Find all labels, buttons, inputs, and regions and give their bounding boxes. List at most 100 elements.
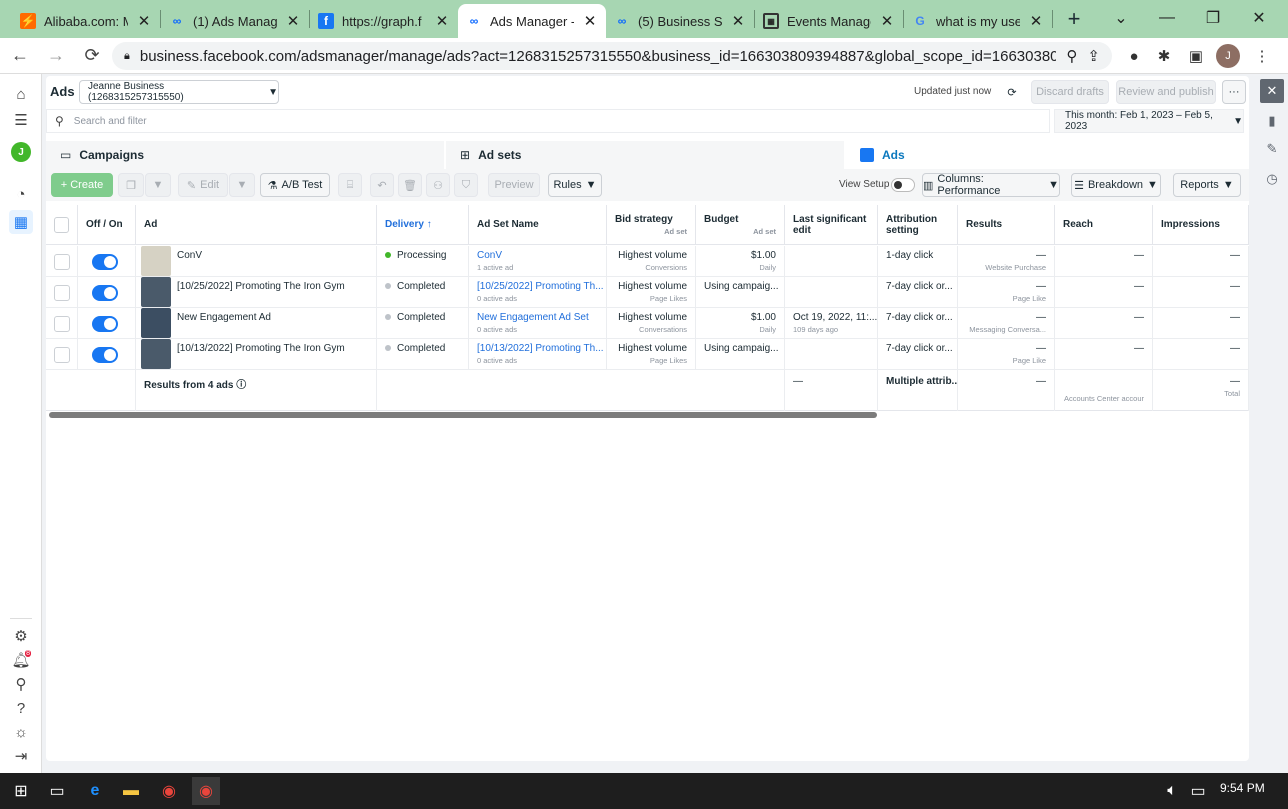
tab-ads[interactable]: Ads <box>846 141 1236 169</box>
edit-pencil-icon[interactable]: ✎ <box>1260 137 1284 161</box>
create-button[interactable]: + Create <box>51 173 113 197</box>
cookie-extension-icon[interactable]: ● <box>1122 44 1146 68</box>
browser-menu-icon[interactable]: ⋮ <box>1250 44 1274 68</box>
history-icon[interactable]: ◷ <box>1260 167 1284 191</box>
row-checkbox[interactable] <box>54 254 70 270</box>
discard-drafts-button[interactable]: Discard drafts <box>1031 80 1109 104</box>
ads-manager-icon[interactable]: ▦ <box>9 210 33 234</box>
close-tab-icon[interactable]: ✕ <box>136 12 152 30</box>
duplicate-dropdown-icon[interactable]: ▼ <box>145 173 171 197</box>
header-delivery[interactable]: Delivery ↑ <box>377 205 469 245</box>
ad-on-off-toggle[interactable] <box>92 316 118 332</box>
help-icon[interactable]: ? <box>9 696 33 720</box>
horizontal-scrollbar[interactable] <box>49 412 877 418</box>
close-panel-icon[interactable]: ✕ <box>1260 79 1284 103</box>
network-icon[interactable]: ▭ <box>1184 777 1212 805</box>
table-row[interactable]: ConV Processing ConV 1 active ad Highest vol… <box>46 246 1249 277</box>
review-publish-button[interactable]: Review and publish <box>1116 80 1216 104</box>
browser-tab[interactable]: ▦ Events Manage ✕ <box>755 4 903 38</box>
header-ad-set-name[interactable]: Ad Set Name <box>469 205 607 245</box>
extensions-puzzle-icon[interactable]: ✱ <box>1152 44 1176 68</box>
close-tab-icon[interactable]: ✕ <box>879 12 895 30</box>
side-panel-icon[interactable]: ▣ <box>1184 44 1208 68</box>
archive-icon[interactable]: ⌸ <box>338 173 362 197</box>
breakdown-button[interactable]: ☰ Breakdown ▼ <box>1071 173 1161 197</box>
ad-set-cell[interactable]: ConV 1 active ad <box>469 246 607 277</box>
home-icon[interactable]: ⌂ <box>9 82 33 106</box>
preview-button[interactable]: Preview <box>488 173 540 197</box>
browser-tab[interactable]: ∞ (5) Business Se ✕ <box>606 4 754 38</box>
minimize-button[interactable]: — <box>1144 0 1190 36</box>
close-tab-icon[interactable]: ✕ <box>582 12 598 30</box>
more-options-button[interactable]: ··· <box>1222 80 1246 104</box>
profile-avatar[interactable]: J <box>1216 44 1240 68</box>
browser-tab[interactable]: ⚡ Alibaba.com: M ✕ <box>12 4 160 38</box>
header-ad[interactable]: Ad <box>136 205 377 245</box>
ad-name-cell[interactable]: [10/25/2022] Promoting The Iron Gym <box>136 277 377 308</box>
account-avatar[interactable]: J <box>11 142 31 162</box>
chrome-icon[interactable]: ◉ <box>155 777 183 805</box>
bug-report-icon[interactable]: ☼ <box>9 720 33 744</box>
row-checkbox[interactable] <box>54 347 70 363</box>
search-icon[interactable]: ⚲ <box>9 672 33 696</box>
back-button[interactable]: ← <box>4 40 36 72</box>
tab-campaigns[interactable]: ▭ Campaigns <box>46 141 446 169</box>
table-row[interactable]: [10/25/2022] Promoting The Iron Gym Compl… <box>46 277 1249 308</box>
zoom-icon[interactable]: ⚲ <box>1066 47 1077 65</box>
collapse-panel-icon[interactable]: ⇥ <box>9 744 33 768</box>
notifications-icon[interactable]: 🔔︎ 8 <box>9 648 33 672</box>
undo-icon[interactable]: ↶ <box>370 173 394 197</box>
browser-tab[interactable]: Gwhat is my use ✕ <box>904 4 1052 38</box>
ad-set-cell[interactable]: New Engagement Ad Set 0 active ads <box>469 308 607 339</box>
url-bar[interactable]: 🔒︎ business.facebook.com/adsmanager/mana… <box>112 42 1112 70</box>
header-reach[interactable]: Reach <box>1055 205 1153 245</box>
search-filter-bar[interactable]: ⚲ Search and filter <box>46 109 1050 133</box>
task-view-icon[interactable]: ▭ <box>43 777 71 805</box>
ad-name-cell[interactable]: ConV <box>136 246 377 277</box>
edge-icon[interactable]: e <box>81 777 109 805</box>
ab-test-button[interactable]: ⚗ A/B Test <box>260 173 330 197</box>
edit-button[interactable]: ✎ Edit <box>178 173 228 197</box>
share-icon[interactable]: ⇪ <box>1087 47 1100 65</box>
info-icon[interactable]: ⓘ <box>236 380 246 391</box>
table-row[interactable]: New Engagement Ad Completed New Engagement… <box>46 308 1249 339</box>
reports-button[interactable]: Reports ▼ <box>1173 173 1241 197</box>
close-tab-icon[interactable]: ✕ <box>285 12 301 30</box>
browser-tab[interactable]: ∞ (1) Ads Manag ✕ <box>161 4 309 38</box>
tab-search-icon[interactable]: ⌄ <box>1098 0 1144 36</box>
tab-ad-sets[interactable]: ⊞ Ad sets <box>446 141 846 169</box>
close-tab-icon[interactable]: ✕ <box>1028 12 1044 30</box>
audience-icon[interactable]: ⚇ <box>426 173 450 197</box>
chart-icon[interactable]: ▮ <box>1260 109 1284 133</box>
menu-icon[interactable]: ☰ <box>9 108 33 132</box>
table-row[interactable]: [10/13/2022] Promoting The Iron Gym Compl… <box>46 339 1249 370</box>
header-last-edit[interactable]: Last significant edit <box>785 205 878 245</box>
select-all-checkbox[interactable] <box>54 216 69 233</box>
clock[interactable]: 9:54 PM <box>1220 781 1265 795</box>
row-checkbox[interactable] <box>54 285 70 301</box>
header-budget[interactable]: Budget Ad set <box>696 205 785 245</box>
ad-set-cell[interactable]: [10/13/2022] Promoting Th... 0 active ads <box>469 339 607 370</box>
browser-tab[interactable]: f https://graph.f ✕ <box>310 4 458 38</box>
chrome-active-icon[interactable]: ◉ <box>192 777 220 805</box>
edit-dropdown-icon[interactable]: ▼ <box>229 173 255 197</box>
settings-icon[interactable]: ⚙ <box>9 624 33 648</box>
close-tab-icon[interactable]: ✕ <box>434 12 450 30</box>
duplicate-icon[interactable]: ❐ <box>118 173 144 197</box>
header-off-on[interactable]: Off / On <box>78 205 136 245</box>
ad-on-off-toggle[interactable] <box>92 254 118 270</box>
dashboard-icon[interactable]: ◔ <box>9 182 33 206</box>
reload-button[interactable]: ⟳ <box>76 40 108 72</box>
file-explorer-icon[interactable]: ▬ <box>117 777 145 805</box>
new-tab-button[interactable]: + <box>1059 4 1089 34</box>
columns-button[interactable]: ▥ Columns: Performance ▼ <box>922 173 1060 197</box>
date-range-picker[interactable]: This month: Feb 1, 2023 – Feb 5, 2023 ▼ <box>1054 109 1244 133</box>
delete-icon[interactable]: 🗑︎ <box>398 173 422 197</box>
account-selector[interactable]: Jeanne Business (1268315257315550) ▼ <box>79 80 279 104</box>
header-attribution[interactable]: Attribution setting <box>878 205 958 245</box>
tag-icon[interactable]: ⛉ <box>454 173 478 197</box>
forward-button[interactable]: → <box>40 40 72 72</box>
ad-set-cell[interactable]: [10/25/2022] Promoting Th... 0 active ads <box>469 277 607 308</box>
rules-button[interactable]: Rules ▼ <box>548 173 602 197</box>
volume-muted-icon[interactable]: 🔈︎ <box>1158 777 1186 805</box>
